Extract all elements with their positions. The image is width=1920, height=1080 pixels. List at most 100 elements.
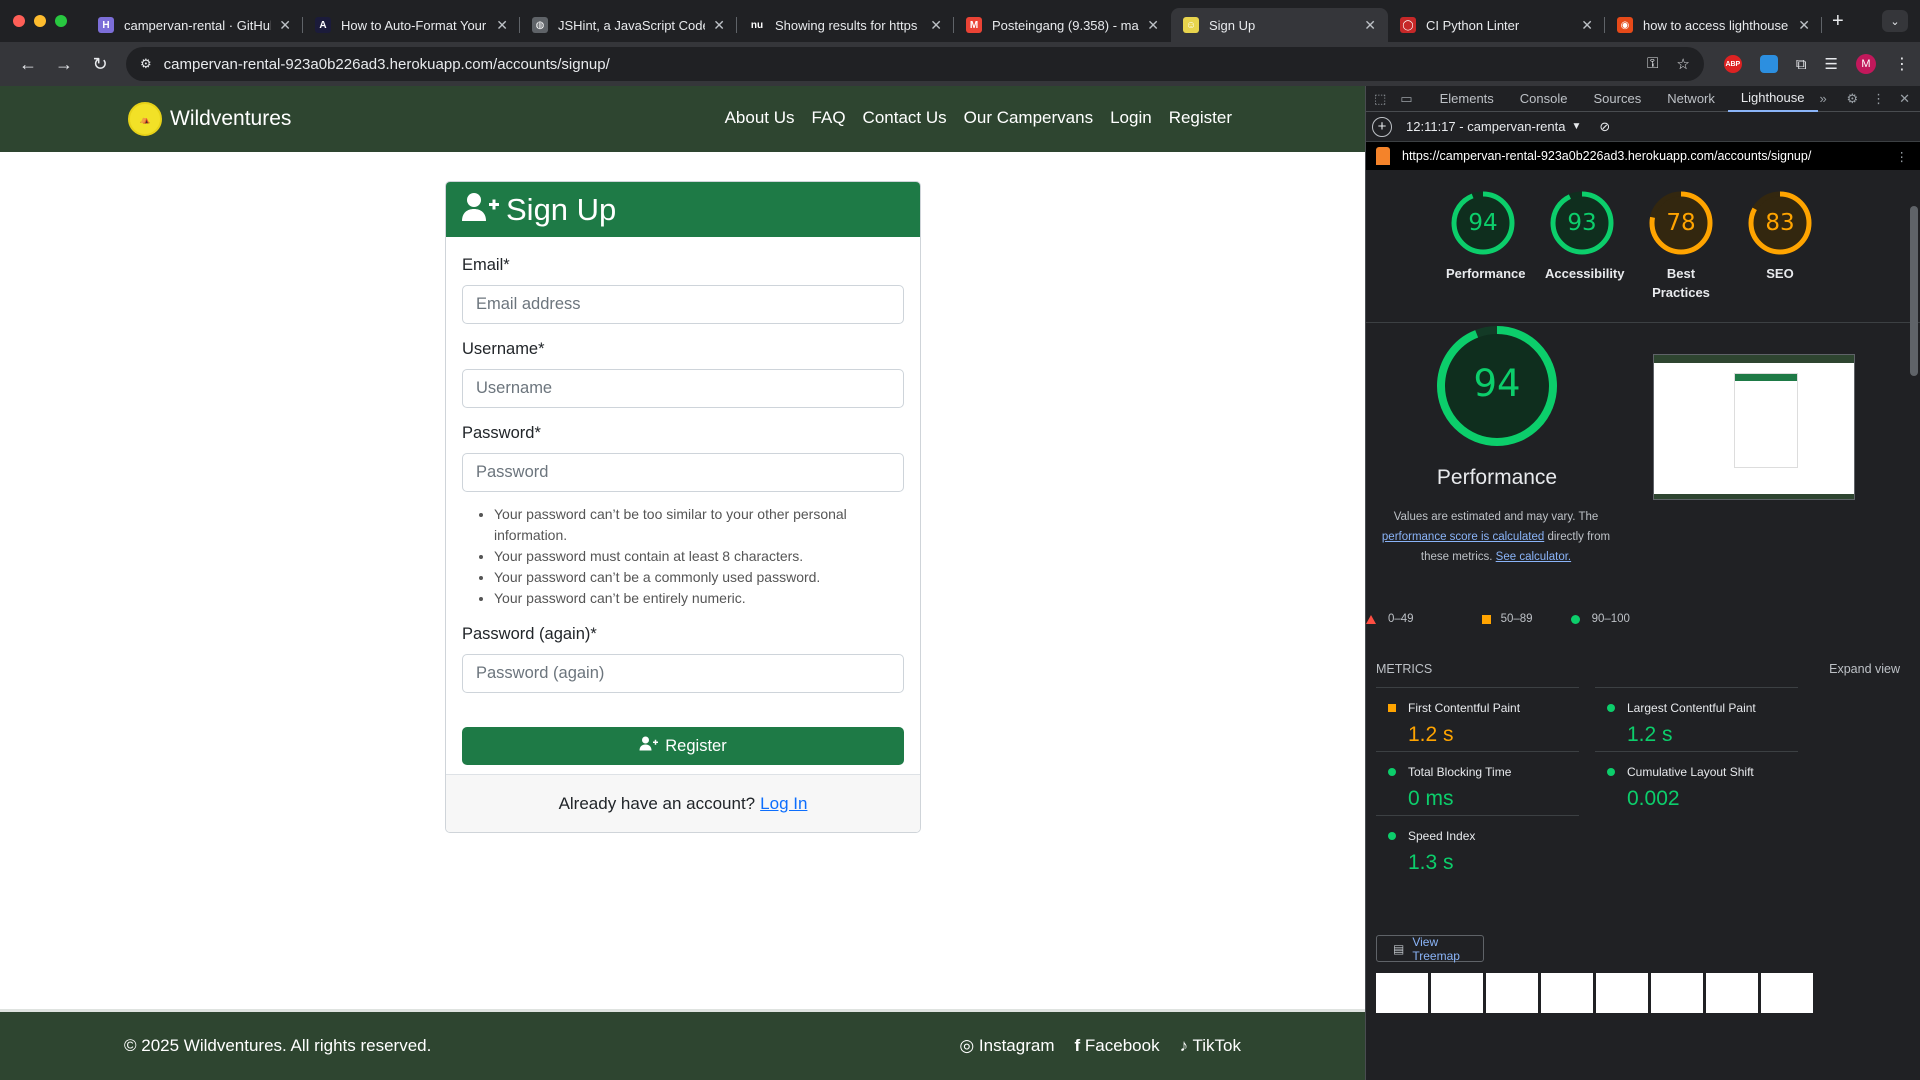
browser-tab[interactable]: Hcampervan-rental · GitHub ✕ [86, 8, 303, 42]
report-menu-icon[interactable]: ⋮ [1896, 149, 1909, 164]
report-url[interactable]: https://campervan-rental-923a0b226ad3.he… [1402, 149, 1811, 163]
devtools-tab-lighthouse[interactable]: Lighthouse [1727, 86, 1818, 112]
gauge-seo[interactable]: 83 SEO [1743, 190, 1817, 302]
maximize-window-button[interactable] [55, 15, 67, 27]
gauge-performance[interactable]: 94 Performance [1446, 190, 1525, 302]
settings-gear-icon[interactable]: ⚙ [1846, 91, 1858, 107]
password-key-icon[interactable]: ⚿ [1647, 55, 1658, 73]
devtools-scrollbar[interactable] [1910, 206, 1918, 376]
login-prompt: Already have an account? [558, 793, 756, 813]
devtools-panel: ⬚ ▭ Elements Console Sources Network Lightho… [1365, 86, 1920, 1080]
new-report-icon[interactable]: + [1372, 116, 1392, 137]
site-navbar: ⛺ Wildventures About Us FAQ Contact Us Our … [0, 86, 1365, 152]
tab-title: CI Python Linter [1426, 17, 1520, 33]
adblock-extension-icon[interactable]: ABP [1723, 55, 1742, 73]
legend-average: 50–89 [1481, 613, 1533, 625]
instagram-link[interactable]: ◎ Instagram [959, 1036, 1054, 1056]
minimize-window-button[interactable] [34, 15, 46, 27]
new-tab-button[interactable]: + [1832, 10, 1844, 33]
devtools-tab-sources[interactable]: Sources [1581, 86, 1655, 112]
brand-name[interactable]: Wildventures [170, 107, 291, 131]
browser-tab[interactable]: nu Showing results for https ✕ [737, 8, 954, 42]
browser-tab[interactable]: M Posteingang (9.358) - mail ✕ [954, 8, 1171, 42]
gauge-accessibility[interactable]: 93 Accessibility [1545, 190, 1625, 302]
filmstrip-frame [1431, 973, 1483, 1013]
close-tab-icon[interactable]: ✕ [1147, 17, 1159, 34]
devtools-tab-console[interactable]: Console [1507, 86, 1581, 112]
close-tab-icon[interactable]: ✕ [1798, 17, 1810, 34]
email-field[interactable]: Email address [462, 285, 904, 324]
nav-link-register[interactable]: Register [1169, 108, 1232, 128]
close-tab-icon[interactable]: ✕ [1581, 17, 1593, 34]
score-calculated-link[interactable]: performance score is calculated [1382, 531, 1544, 543]
close-devtools-icon[interactable]: ✕ [1899, 91, 1910, 107]
brand-logo[interactable]: ⛺ [128, 102, 162, 136]
extension-icon[interactable] [1759, 55, 1778, 73]
tiktok-link[interactable]: ♪ TikTok [1180, 1036, 1241, 1056]
social-links: ◎ Instagram f Facebook ♪ TikTok [959, 1036, 1241, 1056]
browser-tab[interactable]: ◯ CI Python Linter ✕ [1388, 8, 1605, 42]
section-divider [1366, 322, 1920, 323]
devtools-tab-elements[interactable]: Elements [1427, 86, 1507, 112]
score-gauges: 94 Performance 93 Accessibility 78 Best Pract… [1366, 190, 1920, 302]
close-tab-icon[interactable]: ✕ [1364, 17, 1376, 34]
browser-tab[interactable]: ◉ how to access lighthouse ✕ [1605, 8, 1822, 42]
dropdown-arrow-icon[interactable]: ▼ [1571, 121, 1581, 132]
back-icon[interactable]: ← [10, 54, 46, 75]
report-select[interactable]: 12:11:17 - campervan-renta [1406, 119, 1565, 134]
tab-favicon-icon: ☺ [1183, 17, 1199, 33]
nav-link-about-us[interactable]: About Us [725, 108, 795, 128]
browser-tab-bar: Hcampervan-rental · GitHub ✕ A How to Auto-… [0, 0, 1920, 42]
username-field[interactable]: Username [462, 369, 904, 408]
nav-link-login[interactable]: Login [1110, 108, 1152, 128]
nav-link-our-campervans[interactable]: Our Campervans [964, 108, 1093, 128]
profile-avatar[interactable]: M [1856, 54, 1876, 74]
device-toolbar-icon[interactable]: ▭ [1400, 91, 1412, 107]
tab-search-button[interactable]: ⌄ [1882, 10, 1908, 32]
address-bar[interactable]: ⚙ campervan-rental-923a0b226ad3.herokuap… [126, 47, 1704, 81]
forward-icon[interactable]: → [46, 54, 82, 75]
browser-tab[interactable]: A How to Auto-Format Your ✕ [303, 8, 520, 42]
view-treemap-button[interactable]: ▤ View Treemap [1376, 935, 1484, 963]
metric-value: 0 ms [1408, 787, 1454, 810]
devtools-menu-icon[interactable]: ⋮ [1872, 91, 1885, 107]
close-tab-icon[interactable]: ✕ [930, 17, 942, 34]
reading-list-icon[interactable]: ☰ [1825, 55, 1838, 73]
tab-favicon-icon: nu [749, 17, 765, 33]
browser-menu-icon[interactable]: ⋮ [1894, 54, 1910, 74]
metrics-grid: First Contentful Paint 1.2 s Largest Conte… [1376, 687, 1798, 879]
expand-view-button[interactable]: Expand view [1829, 662, 1900, 676]
page-screenshot-thumbnail[interactable] [1653, 354, 1855, 500]
clear-reports-icon[interactable]: ⊘ [1599, 119, 1610, 135]
close-tab-icon[interactable]: ✕ [279, 17, 291, 34]
devtools-tab-network[interactable]: Network [1654, 86, 1728, 112]
login-link[interactable]: Log In [760, 794, 807, 814]
register-button[interactable]: Register [462, 727, 904, 765]
password-again-field[interactable]: Password (again) [462, 654, 904, 693]
more-tabs-icon[interactable]: » [1820, 91, 1827, 106]
browser-tab[interactable]: ◍ JSHint, a JavaScript Code ✕ [520, 8, 737, 42]
inspect-element-icon[interactable]: ⬚ [1374, 91, 1386, 107]
tiktok-icon: ♪ [1179, 1036, 1189, 1055]
nav-link-faq[interactable]: FAQ [812, 108, 846, 128]
nav-link-contact-us[interactable]: Contact Us [863, 108, 947, 128]
close-tab-icon[interactable]: ✕ [496, 17, 508, 34]
copyright-text: © 2025 Wildventures. All rights reserved… [124, 1036, 432, 1055]
gauge-best-practices[interactable]: 78 Best Practices [1644, 190, 1718, 302]
close-window-button[interactable] [13, 15, 25, 27]
see-calculator-link[interactable]: See calculator. [1496, 551, 1571, 563]
bookmark-star-icon[interactable]: ☆ [1676, 55, 1689, 73]
facebook-link[interactable]: f Facebook [1075, 1036, 1160, 1056]
site-info-icon[interactable]: ⚙ [140, 56, 152, 72]
browser-tab[interactable]: ☺ Sign Up ✕ [1171, 8, 1388, 42]
extensions-puzzle-icon[interactable]: ⧉ [1796, 56, 1807, 73]
password-help-list: Your password can’t be too similar to yo… [494, 504, 904, 609]
password-field[interactable]: Password [462, 453, 904, 492]
metrics-header: METRICS Expand view [1376, 662, 1900, 676]
instagram-icon: ◎ [959, 1036, 975, 1055]
tab-title: how to access lighthouse [1643, 17, 1789, 33]
close-tab-icon[interactable]: ✕ [713, 17, 725, 34]
gauge-label: Accessibility [1545, 266, 1625, 281]
username-label: Username* [462, 340, 545, 358]
reload-icon[interactable]: ↻ [82, 54, 118, 75]
